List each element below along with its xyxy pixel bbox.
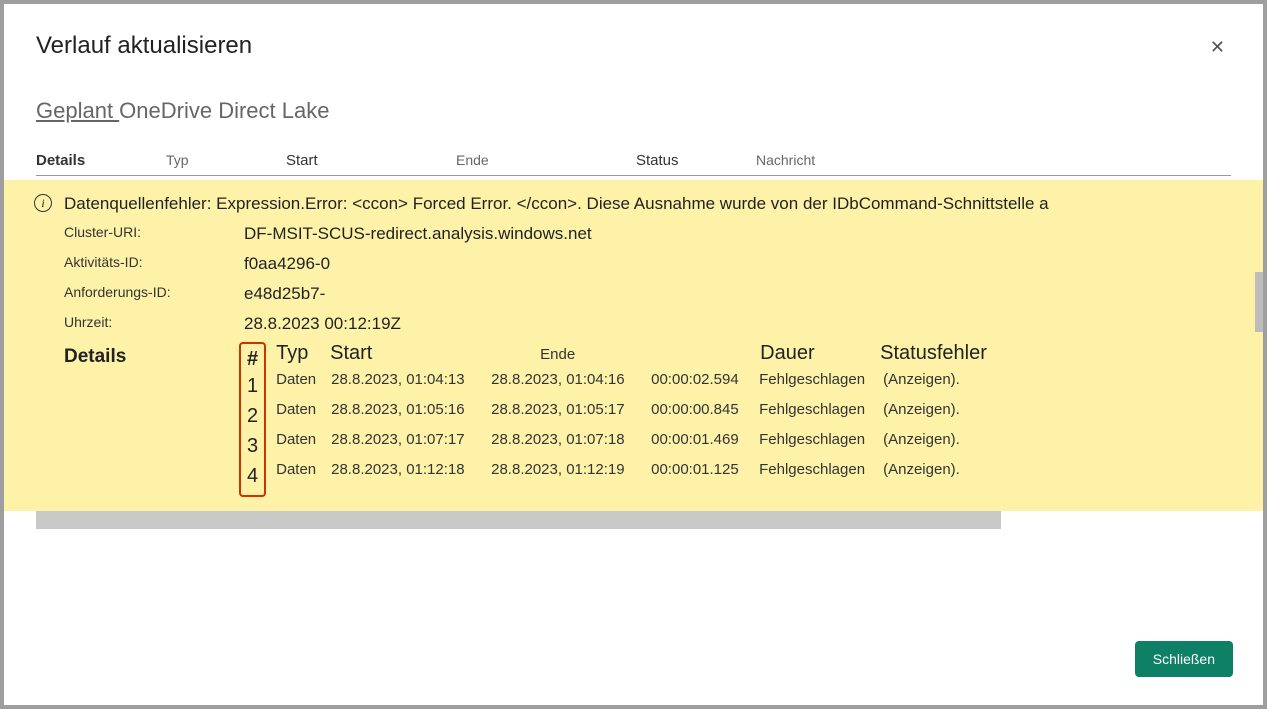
row-status: Fehlgeschlagen (759, 395, 883, 425)
num-2: 2 (247, 401, 258, 431)
row-dauer: 00:00:00.845 (651, 395, 759, 425)
cluster-uri-value: DF-MSIT-SCUS-redirect.analysis.windows.n… (244, 224, 592, 244)
row-ende: 28.8.2023, 01:07:18 (491, 425, 651, 455)
attempt-row: Daten 28.8.2023, 01:05:16 28.8.2023, 01:… (276, 395, 987, 425)
row-ende: 28.8.2023, 01:05:17 (491, 395, 651, 425)
row-link[interactable]: (Anzeigen). (883, 395, 960, 425)
row-status: Fehlgeschlagen (759, 455, 883, 485)
col-nachricht: Nachricht (756, 152, 815, 169)
attempts-table: Typ Start Ende Dauer Statusfehler Daten … (276, 342, 987, 485)
row-dauer: 00:00:01.469 (651, 425, 759, 455)
activity-id-label: Aktivitäts-ID: (64, 254, 244, 274)
ahead-ende: Ende (540, 346, 760, 363)
col-details: Details (36, 152, 166, 169)
activity-id-value: f0aa4296-0 (244, 254, 330, 274)
dialog-footer: Schließen (1135, 641, 1233, 677)
row-start: 28.8.2023, 01:07:17 (331, 425, 491, 455)
attempts-details-label: Details (64, 342, 239, 368)
row-ende: 28.8.2023, 01:12:19 (491, 455, 651, 485)
time-label: Uhrzeit: (64, 314, 244, 334)
request-id-value: e48d25b7- (244, 284, 325, 304)
num-1: 1 (247, 371, 258, 401)
attempt-row: Daten 28.8.2023, 01:07:17 28.8.2023, 01:… (276, 425, 987, 455)
row-link[interactable]: (Anzeigen). (883, 455, 960, 485)
num-3: 3 (247, 431, 258, 461)
refresh-history-dialog: Verlauf aktualisieren ✕ Geplant OneDrive… (4, 4, 1263, 705)
time-value: 28.8.2023 00:12:19Z (244, 314, 401, 334)
cluster-uri-label: Cluster-URI: (64, 224, 244, 244)
ahead-typ: Typ (276, 342, 330, 365)
attempt-row: Daten 28.8.2023, 01:12:18 28.8.2023, 01:… (276, 455, 987, 485)
row-start: 28.8.2023, 01:12:18 (331, 455, 491, 485)
row-ende: 28.8.2023, 01:04:16 (491, 365, 651, 395)
num-4: 4 (247, 461, 258, 491)
col-status: Status (636, 152, 756, 169)
row-link[interactable]: (Anzeigen). (883, 365, 960, 395)
error-message: Datenquellenfehler: Expression.Error: <c… (64, 194, 1253, 214)
col-ende: Ende (456, 152, 636, 169)
close-button[interactable]: Schließen (1135, 641, 1233, 677)
request-id-label: Anforderungs-ID: (64, 284, 244, 304)
ahead-statusfehler: Statusfehler (880, 342, 987, 365)
attempt-number-column: # 1 2 3 4 (239, 342, 266, 497)
vertical-scrollbar[interactable] (1255, 272, 1263, 332)
row-start: 28.8.2023, 01:05:16 (331, 395, 491, 425)
meta-cluster: Cluster-URI: DF-MSIT-SCUS-redirect.analy… (64, 224, 1253, 244)
page-title: Geplant OneDrive Direct Lake (36, 98, 1231, 124)
close-icon[interactable]: ✕ (1204, 32, 1231, 62)
attempts-section: Details # 1 2 3 4 Typ Start Ende Dauer S… (64, 342, 1253, 497)
row-dauer: 00:00:02.594 (651, 365, 759, 395)
columns-header: Details Typ Start Ende Status Nachricht (36, 152, 1231, 176)
col-start: Start (286, 152, 456, 169)
dataset-name: OneDrive Direct Lake (119, 98, 329, 123)
row-status: Fehlgeschlagen (759, 365, 883, 395)
scheduled-link[interactable]: Geplant (36, 98, 119, 123)
horizontal-scrollbar[interactable] (36, 511, 1001, 529)
meta-request: Anforderungs-ID: e48d25b7- (64, 284, 1253, 304)
col-typ: Typ (166, 152, 286, 169)
meta-activity: Aktivitäts-ID: f0aa4296-0 (64, 254, 1253, 274)
dialog-title: Verlauf aktualisieren (36, 32, 252, 60)
num-header: # (247, 348, 258, 371)
ahead-start: Start (330, 342, 540, 365)
row-link[interactable]: (Anzeigen). (883, 425, 960, 455)
dialog-header: Verlauf aktualisieren ✕ (36, 32, 1231, 62)
row-dauer: 00:00:01.125 (651, 455, 759, 485)
attempt-row: Daten 28.8.2023, 01:04:13 28.8.2023, 01:… (276, 365, 987, 395)
info-icon: i (34, 194, 52, 212)
row-start: 28.8.2023, 01:04:13 (331, 365, 491, 395)
attempts-head: Typ Start Ende Dauer Statusfehler (276, 342, 987, 365)
row-typ: Daten (276, 455, 331, 485)
row-typ: Daten (276, 365, 331, 395)
row-typ: Daten (276, 425, 331, 455)
error-panel: i Datenquellenfehler: Expression.Error: … (4, 180, 1263, 511)
ahead-dauer: Dauer (760, 342, 880, 365)
row-typ: Daten (276, 395, 331, 425)
meta-time: Uhrzeit: 28.8.2023 00:12:19Z (64, 314, 1253, 334)
row-status: Fehlgeschlagen (759, 425, 883, 455)
